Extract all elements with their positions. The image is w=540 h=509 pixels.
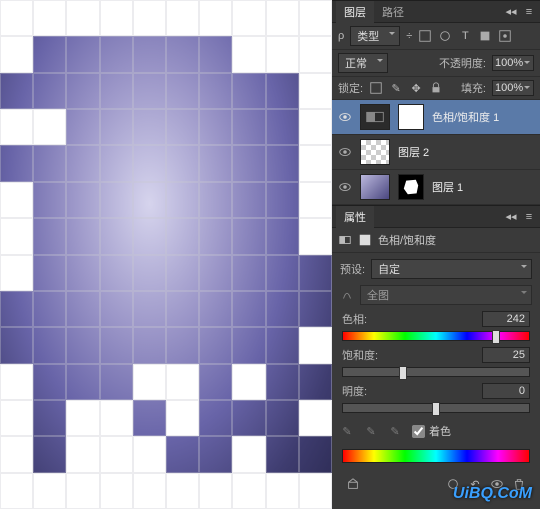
lock-transparency-icon[interactable]	[369, 81, 383, 95]
filter-kind-dropdown[interactable]: 类型	[350, 26, 400, 46]
lock-label: 锁定:	[338, 80, 363, 96]
sat-knob[interactable]	[399, 366, 407, 380]
lock-position-icon[interactable]: ✥	[409, 81, 423, 95]
eyedropper-minus-icon[interactable]: ✎	[388, 424, 402, 438]
hue-track[interactable]	[342, 331, 530, 341]
blend-mode-dropdown[interactable]: 正常	[338, 53, 388, 73]
fill-field[interactable]: 100%	[492, 80, 534, 96]
filter-pixel-icon[interactable]	[418, 29, 432, 43]
colorize-checkbox[interactable]: 着色	[412, 423, 451, 439]
right-panels: 图层 路径 ◂◂ ≡ ρ 类型 ÷ T 正常 不透明度: 100%	[332, 0, 540, 509]
tab-paths[interactable]: 路径	[374, 1, 412, 23]
opacity-label: 不透明度:	[439, 55, 486, 71]
clip-icon[interactable]	[346, 477, 360, 491]
hue-result-bar	[342, 449, 530, 463]
adjustment-kind-icon	[338, 233, 352, 247]
tab-properties[interactable]: 属性	[336, 206, 374, 228]
layer-row[interactable]: 色相/饱和度 1	[332, 100, 540, 135]
layer-name: 图层 1	[432, 179, 463, 195]
filter-divider: ÷	[406, 30, 412, 42]
tab-layers[interactable]: 图层	[336, 1, 374, 23]
collapse-icon[interactable]: ◂◂	[504, 5, 518, 19]
hue-slider-row: 色相: 242	[340, 311, 532, 341]
mask-thumb	[398, 174, 424, 200]
layer-name: 色相/饱和度 1	[432, 109, 499, 125]
visibility-icon[interactable]	[338, 110, 352, 124]
sat-value[interactable]: 25	[482, 347, 530, 363]
hue-value[interactable]: 242	[482, 311, 530, 327]
light-knob[interactable]	[432, 402, 440, 416]
layers-panel: 图层 路径 ◂◂ ≡ ρ 类型 ÷ T 正常 不透明度: 100%	[332, 0, 540, 205]
layer-row[interactable]: 图层 2	[332, 135, 540, 170]
light-track[interactable]	[342, 403, 530, 413]
document-canvas[interactable]	[0, 0, 332, 509]
light-label: 明度:	[342, 383, 367, 399]
panel-menu-icon[interactable]: ≡	[522, 5, 536, 19]
layer-thumb	[360, 174, 390, 200]
finger-icon[interactable]	[340, 288, 354, 302]
light-value[interactable]: 0	[482, 383, 530, 399]
layer-thumb	[360, 139, 390, 165]
visibility-icon[interactable]	[338, 180, 352, 194]
hue-knob[interactable]	[492, 330, 500, 344]
lock-all-icon[interactable]	[429, 81, 443, 95]
sat-track[interactable]	[342, 367, 530, 377]
filter-type-icon[interactable]: T	[458, 29, 472, 43]
sat-label: 饱和度:	[342, 347, 378, 363]
preset-label: 预设:	[340, 261, 365, 277]
collapse-icon[interactable]: ◂◂	[504, 210, 518, 224]
layer-row[interactable]: 图层 1	[332, 170, 540, 205]
filter-adjust-icon[interactable]	[438, 29, 452, 43]
properties-panel: 属性 ◂◂ ≡ 色相/饱和度 预设: 自定 全图	[332, 205, 540, 509]
eyedropper-plus-icon[interactable]: ✎	[364, 424, 378, 438]
filter-smart-icon[interactable]	[498, 29, 512, 43]
eyedropper-icon[interactable]: ✎	[340, 424, 354, 438]
watermark: UiBQ.CoM	[453, 485, 532, 503]
opacity-field[interactable]: 100%	[492, 55, 534, 71]
channel-dropdown[interactable]: 全图	[360, 285, 532, 305]
filter-shape-icon[interactable]	[478, 29, 492, 43]
pixel-grid	[0, 0, 332, 509]
colorize-label: 着色	[429, 423, 451, 439]
lock-brush-icon[interactable]: ✎	[389, 81, 403, 95]
hue-label: 色相:	[342, 311, 367, 327]
preset-dropdown[interactable]: 自定	[371, 259, 532, 279]
adjustment-thumb	[360, 104, 390, 130]
visibility-icon[interactable]	[338, 145, 352, 159]
mask-thumb	[398, 104, 424, 130]
layer-list: 色相/饱和度 1 图层 2 图层 1	[332, 100, 540, 205]
light-slider-row: 明度: 0	[340, 383, 532, 413]
fill-label: 填充:	[461, 80, 486, 96]
adjustment-title: 色相/饱和度	[378, 232, 436, 248]
colorize-input[interactable]	[412, 425, 425, 438]
filter-kind-label: ρ	[338, 30, 344, 42]
panel-menu-icon[interactable]: ≡	[522, 210, 536, 224]
layer-name: 图层 2	[398, 144, 429, 160]
sat-slider-row: 饱和度: 25	[340, 347, 532, 377]
mask-kind-icon[interactable]	[358, 233, 372, 247]
